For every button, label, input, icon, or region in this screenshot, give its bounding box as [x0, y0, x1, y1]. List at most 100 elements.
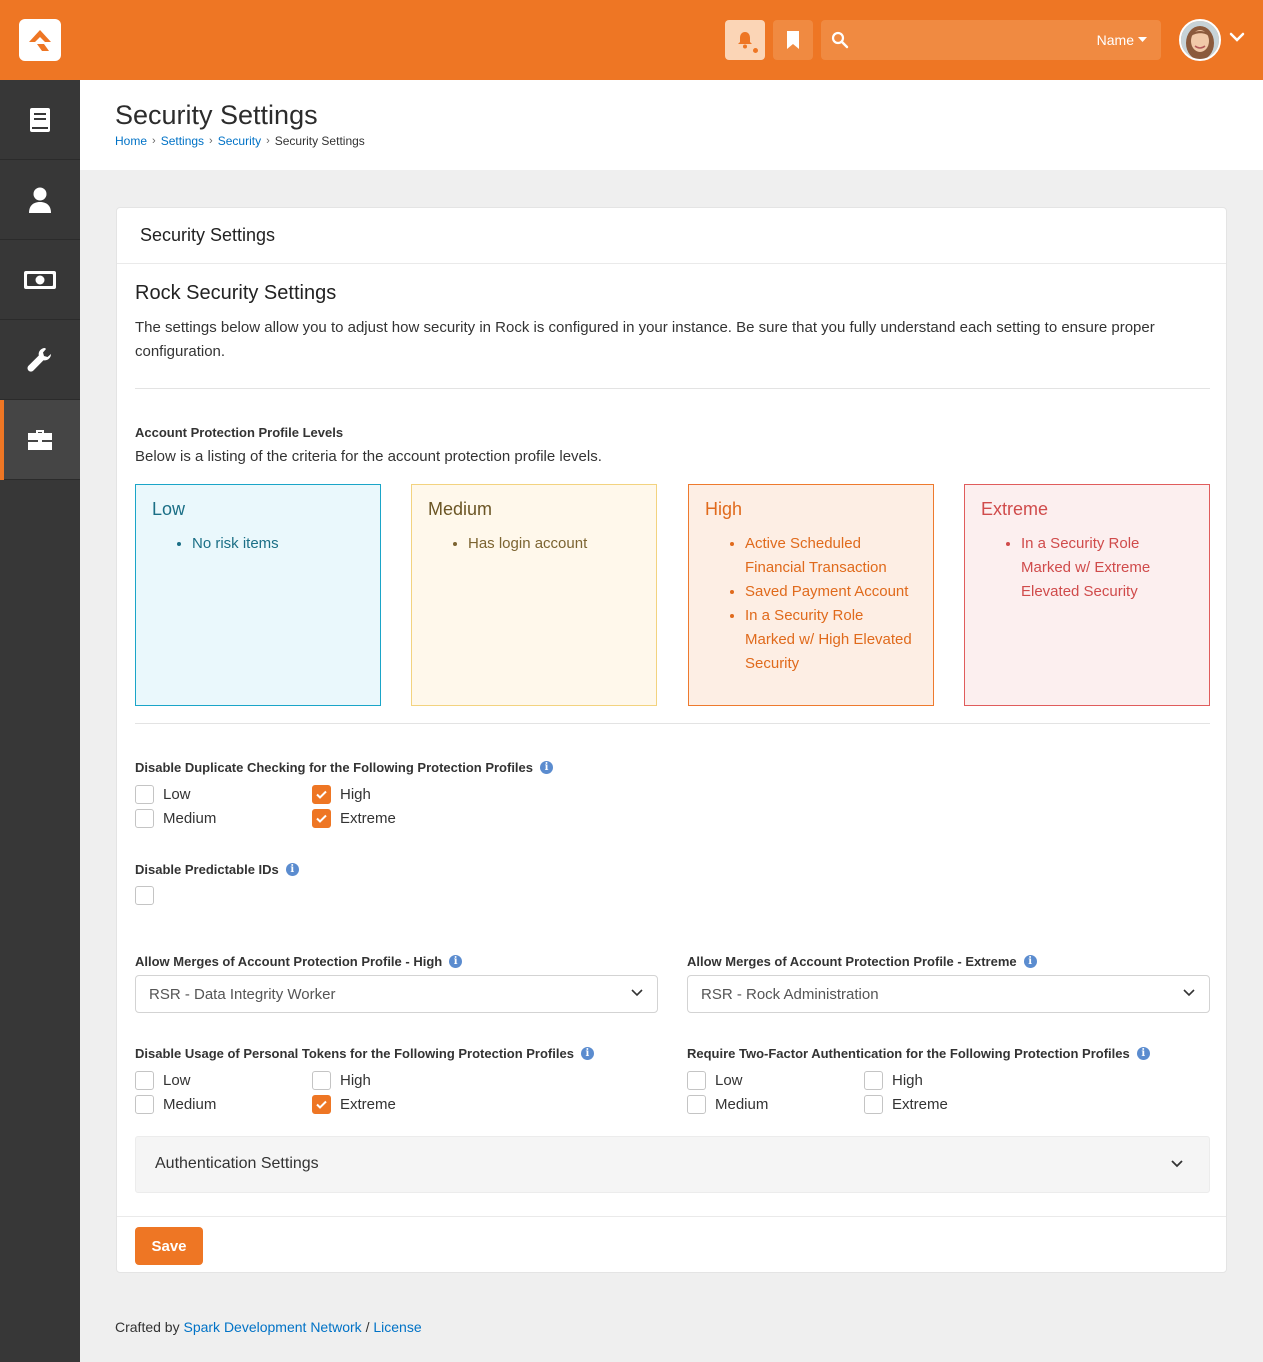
- checkbox-checked[interactable]: [312, 1094, 331, 1114]
- checkbox[interactable]: [864, 1094, 883, 1114]
- level-item: No risk items: [192, 532, 364, 556]
- rock-logo-icon: [29, 30, 51, 51]
- tokens-high[interactable]: High: [312, 1070, 489, 1090]
- merge-extreme-label: Allow Merges of Account Protection Profi…: [687, 954, 1037, 969]
- checkbox[interactable]: [864, 1070, 883, 1090]
- dup-check-options: Low High Medium Extreme: [135, 784, 489, 828]
- authentication-settings-toggle[interactable]: Authentication Settings: [135, 1136, 1210, 1193]
- divider: [135, 723, 1210, 724]
- user-avatar[interactable]: [1179, 19, 1221, 61]
- dup-check-label-text: Disable Duplicate Checking for the Follo…: [135, 760, 533, 775]
- dup-check-extreme[interactable]: Extreme: [312, 808, 489, 828]
- section-title: Rock Security Settings: [135, 282, 337, 304]
- breadcrumb-settings[interactable]: Settings: [161, 134, 204, 148]
- caret-down-icon: [1138, 37, 1147, 42]
- tokens-low[interactable]: Low: [135, 1070, 312, 1090]
- briefcase-icon: [28, 429, 52, 450]
- info-icon[interactable]: i: [1023, 955, 1037, 968]
- breadcrumb-security[interactable]: Security: [218, 134, 261, 148]
- breadcrumb-home[interactable]: Home: [115, 134, 147, 148]
- twofa-medium[interactable]: Medium: [687, 1094, 864, 1114]
- search-box: Name: [821, 20, 1161, 60]
- checkbox[interactable]: [135, 1070, 154, 1090]
- predictable-ids-label: Disable Predictable IDs i: [135, 862, 299, 877]
- two-factor-options: Low High Medium Extreme: [687, 1070, 1041, 1114]
- twofa-high[interactable]: High: [864, 1070, 1041, 1090]
- chevron-right-icon: ›: [152, 135, 156, 147]
- checkbox[interactable]: [135, 808, 154, 828]
- save-button[interactable]: Save: [135, 1227, 203, 1265]
- profile-levels-label: Account Protection Profile Levels: [135, 425, 343, 440]
- predictable-ids-checkbox[interactable]: [135, 886, 154, 905]
- info-icon[interactable]: i: [540, 761, 553, 774]
- book-icon: [30, 107, 50, 132]
- user-menu-chevron-icon[interactable]: [1229, 32, 1245, 42]
- level-item: Has login account: [468, 532, 640, 556]
- search-input[interactable]: [857, 28, 1077, 52]
- merge-extreme-label-text: Allow Merges of Account Protection Profi…: [687, 954, 1017, 969]
- rock-logo[interactable]: [19, 19, 61, 61]
- bell-icon: [738, 32, 752, 49]
- chevron-down-icon: [1171, 1160, 1183, 1168]
- sidebar-item-book[interactable]: [0, 80, 80, 160]
- twofa-extreme[interactable]: Extreme: [864, 1094, 1041, 1114]
- notifications-button[interactable]: [725, 20, 765, 60]
- tokens-extreme[interactable]: Extreme: [312, 1094, 489, 1114]
- dup-check-medium[interactable]: Medium: [135, 808, 312, 828]
- sidebar-item-finance[interactable]: [0, 240, 80, 320]
- profile-levels-description: Below is a listing of the criteria for t…: [135, 448, 602, 465]
- panel-footer-divider: [117, 1216, 1226, 1217]
- tokens-medium[interactable]: Medium: [135, 1094, 312, 1114]
- twofa-low[interactable]: Low: [687, 1070, 864, 1090]
- checkbox[interactable]: [687, 1094, 706, 1114]
- dup-check-label: Disable Duplicate Checking for the Follo…: [135, 760, 553, 775]
- personal-tokens-label-text: Disable Usage of Personal Tokens for the…: [135, 1046, 574, 1061]
- footer: Crafted by Spark Development Network / L…: [115, 1319, 422, 1335]
- two-factor-label-text: Require Two-Factor Authentication for th…: [687, 1046, 1130, 1061]
- search-icon: [831, 31, 849, 49]
- section-description: The settings below allow you to adjust h…: [135, 319, 1155, 360]
- checkbox-checked[interactable]: [312, 808, 331, 828]
- user-photo: [1181, 21, 1219, 59]
- checkbox[interactable]: [687, 1070, 706, 1090]
- level-box-medium: Medium Has login account: [411, 484, 657, 706]
- check-icon: [316, 1100, 327, 1109]
- merge-high-select[interactable]: RSR - Data Integrity Worker: [135, 975, 658, 1013]
- level-title: High: [705, 499, 743, 519]
- sidebar-item-tools[interactable]: [0, 320, 80, 400]
- predictable-ids-label-text: Disable Predictable IDs: [135, 862, 279, 877]
- spark-link[interactable]: Spark Development Network: [183, 1319, 361, 1335]
- profile-levels-label-text: Account Protection Profile Levels: [135, 425, 344, 440]
- sidebar-item-admin[interactable]: [0, 400, 80, 480]
- level-item: Active Scheduled Financial Transaction: [745, 532, 917, 580]
- security-settings-panel: Security Settings Rock Security Settings…: [116, 207, 1227, 1273]
- sidebar-item-people[interactable]: [0, 160, 80, 240]
- footer-separator: /: [365, 1319, 370, 1335]
- info-icon[interactable]: i: [285, 863, 299, 876]
- info-icon[interactable]: i: [580, 1047, 594, 1060]
- checkbox[interactable]: [135, 784, 154, 804]
- check-icon: [316, 790, 327, 799]
- checkbox[interactable]: [135, 1094, 154, 1114]
- merge-extreme-select[interactable]: RSR - Rock Administration: [687, 975, 1210, 1013]
- checkbox-checked[interactable]: [312, 784, 331, 804]
- merge-high-label: Allow Merges of Account Protection Profi…: [135, 954, 463, 969]
- level-title: Medium: [428, 499, 493, 519]
- info-icon[interactable]: i: [449, 955, 463, 968]
- dup-check-low[interactable]: Low: [135, 784, 312, 804]
- level-box-high: High Active Scheduled Financial Transact…: [688, 484, 934, 706]
- money-icon: [24, 270, 56, 289]
- dup-check-high[interactable]: High: [312, 784, 489, 804]
- search-scope-label: Name: [1096, 32, 1134, 48]
- chevron-right-icon: ›: [209, 135, 213, 147]
- search-scope-dropdown[interactable]: Name: [1097, 32, 1147, 48]
- level-item: Saved Payment Account: [745, 580, 917, 604]
- license-link[interactable]: License: [373, 1319, 421, 1335]
- level-box-low: Low No risk items: [135, 484, 381, 706]
- checkbox[interactable]: [312, 1070, 331, 1090]
- top-bar: Name: [0, 0, 1263, 80]
- bookmarks-button[interactable]: [773, 20, 813, 60]
- info-icon[interactable]: i: [1136, 1047, 1150, 1060]
- level-item: In a Security Role Marked w/ Extreme Ele…: [1021, 532, 1193, 604]
- chevron-right-icon: ›: [266, 135, 270, 147]
